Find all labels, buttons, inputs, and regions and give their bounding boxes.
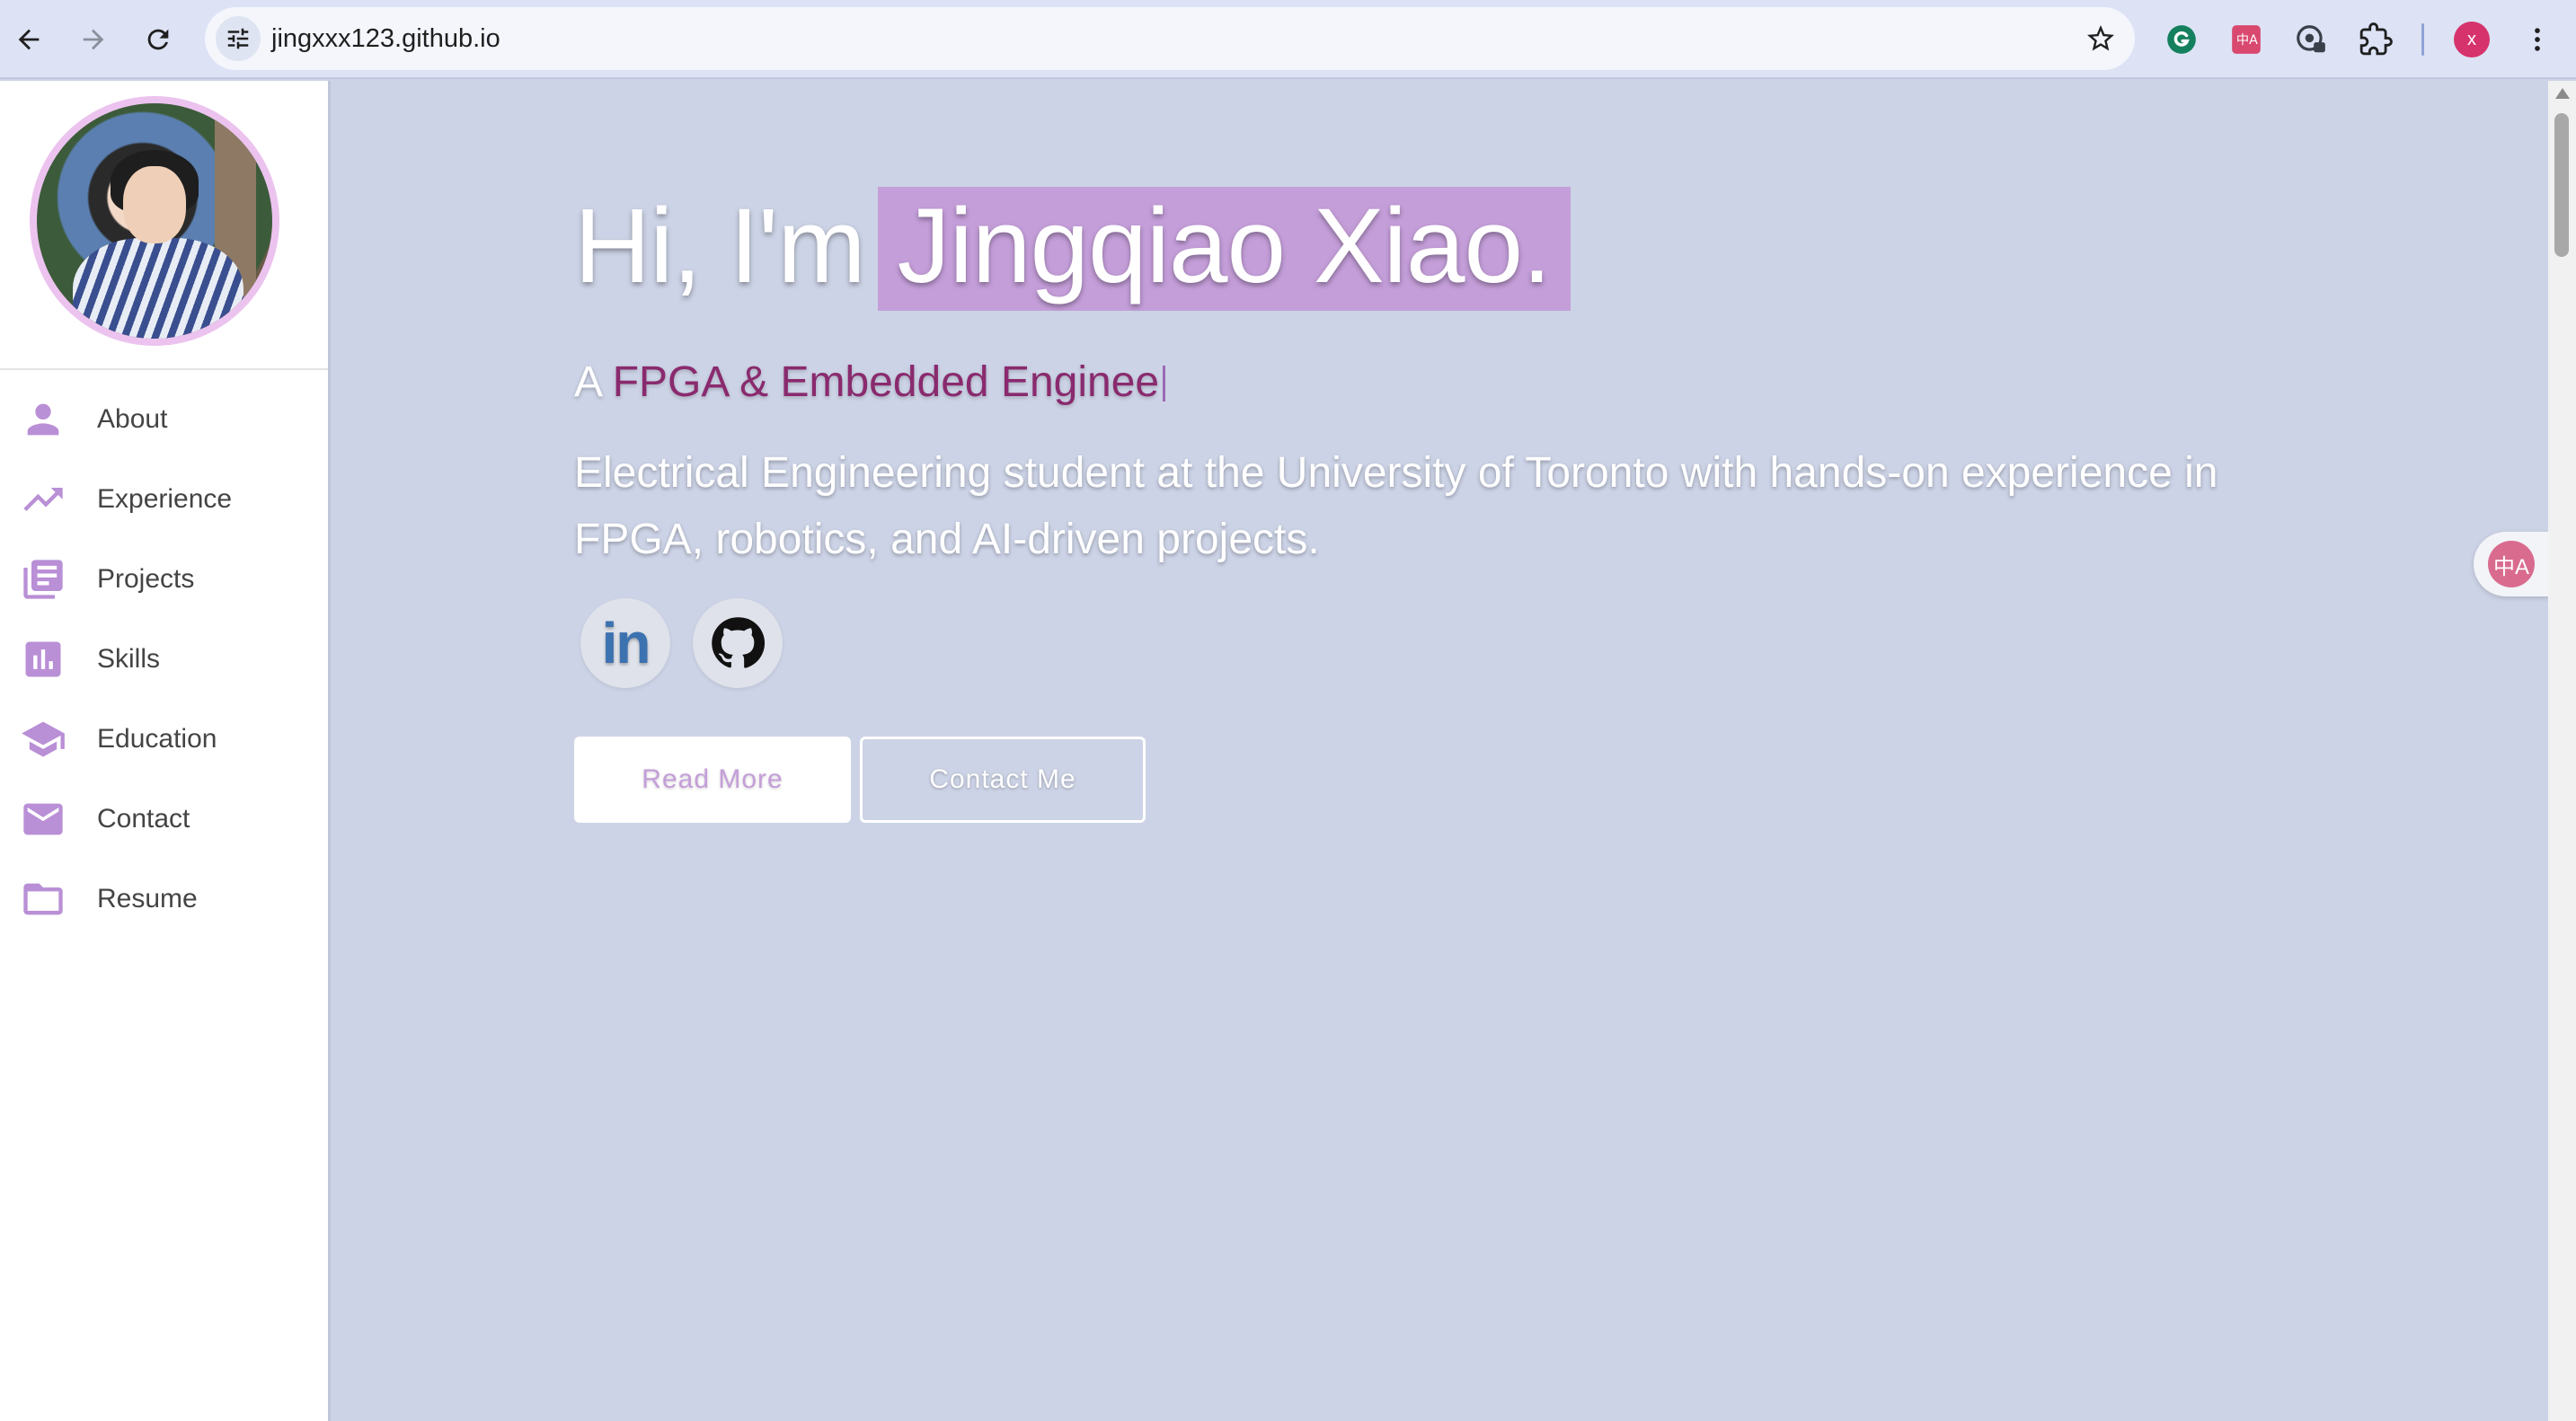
sidebar-item-projects[interactable]: Projects [0,539,328,619]
linkedin-link[interactable]: in [580,598,670,688]
trending-up-icon [18,474,68,525]
sidebar-item-label: Projects [97,563,195,594]
browser-menu-button[interactable] [2519,16,2555,63]
translate-icon: 中A [2232,25,2261,54]
sidebar-nav: About Experience Projects Skills Educati… [0,370,328,939]
hero-title: Hi, I'm Jingqiao Xiao. [574,185,1571,311]
sidebar-item-resume[interactable]: Resume [0,859,328,939]
sidebar-item-label: Experience [97,483,233,514]
folder-icon [18,874,68,924]
forward-button[interactable] [70,16,117,63]
arrow-right-icon [83,29,104,50]
arrow-left-icon [18,29,40,50]
sidebar-item-contact[interactable]: Contact [0,779,328,859]
profile-photo [30,96,279,346]
address-bar[interactable]: jingxxx123.github.io [205,7,2135,70]
sidebar: About Experience Projects Skills Educati… [0,81,331,1421]
sidebar-item-skills[interactable]: Skills [0,619,328,699]
sidebar-item-label: Contact [97,803,190,834]
github-link[interactable] [693,598,783,688]
sidebar-item-experience[interactable]: Experience [0,459,328,539]
library-books-icon [18,554,68,605]
sidebar-item-label: About [97,403,168,434]
translate-icon: 中A [2488,541,2535,587]
password-extension[interactable] [2288,16,2334,63]
bookmark-button[interactable] [2083,21,2119,57]
star-icon [2087,25,2114,51]
profile-avatar[interactable]: x [2454,22,2490,57]
hero-subtitle: A FPGA & Embedded Enginee [574,357,1166,407]
reload-button[interactable] [135,16,181,63]
hero-description: Electrical Engineering student at the Un… [574,449,2218,563]
bar-chart-icon [18,634,68,684]
typing-caret [1163,366,1166,402]
svg-text:中A: 中A [2236,32,2258,48]
hero-greeting: Hi, I'm [574,187,866,305]
translate-extension[interactable]: 中A [2223,16,2270,63]
scroll-up-arrow-icon[interactable] [2555,88,2570,99]
linkedin-icon: in [601,611,651,675]
grammarly-icon [2167,25,2196,54]
graduation-cap-icon [18,714,68,764]
grammarly-extension[interactable] [2158,16,2205,63]
contact-me-button[interactable]: Contact Me [860,737,1146,823]
back-button[interactable] [5,16,52,63]
profile-header [0,81,328,370]
tune-icon [227,28,249,49]
toolbar-divider [2421,23,2424,56]
browser-toolbar: jingxxx123.github.io 中A x [0,0,2576,79]
sidebar-item-label: Resume [97,883,198,914]
floating-translate-widget[interactable]: 中A [2474,532,2549,596]
page-scrollbar[interactable] [2548,81,2576,1421]
scrollbar-thumb[interactable] [2554,113,2569,257]
hero-name: Jingqiao Xiao. [877,187,1571,311]
read-more-button[interactable]: Read More [574,737,851,823]
site-info-button[interactable] [216,16,261,61]
extensions-button[interactable] [2352,16,2399,63]
sidebar-item-label: Education [97,723,217,754]
typed-role-text: FPGA & Embedded Enginee [612,358,1160,406]
puzzle-icon [2359,22,2393,56]
person-icon [18,394,68,445]
sidebar-item-education[interactable]: Education [0,699,328,779]
password-manager-icon [2297,25,2325,53]
sidebar-item-label: Skills [97,643,161,674]
subtitle-prefix: A [574,358,601,406]
github-icon [712,617,765,668]
url-text[interactable]: jingxxx123.github.io [271,7,500,70]
mail-icon [18,794,68,844]
hero-section: Hi, I'm Jingqiao Xiao. A FPGA & Embedded … [333,81,2548,1421]
reload-icon [147,29,169,50]
sidebar-item-about[interactable]: About [0,379,328,459]
more-vertical-icon [2535,28,2540,51]
